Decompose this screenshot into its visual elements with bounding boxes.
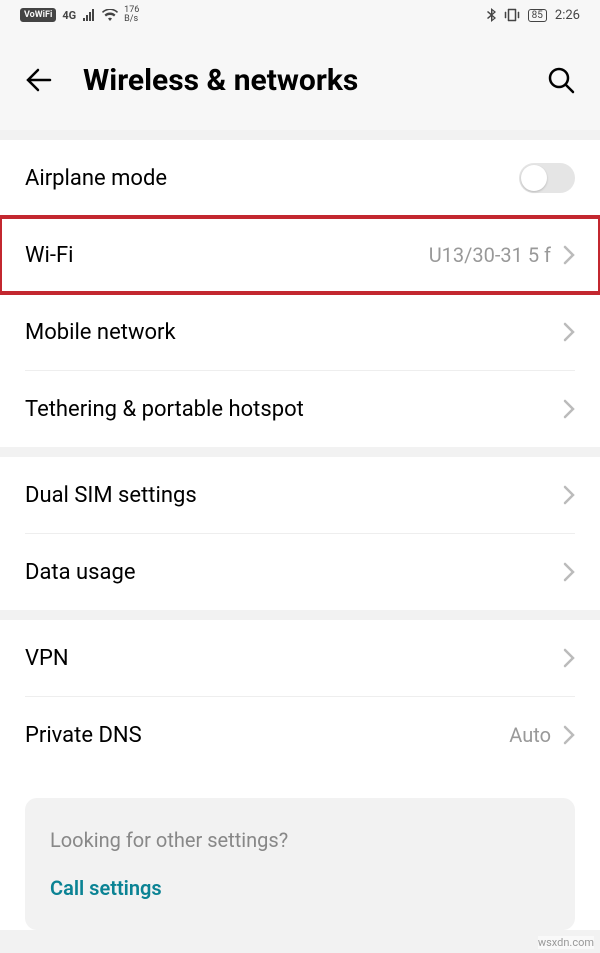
row-label: Data usage bbox=[25, 560, 551, 585]
row-label: VPN bbox=[25, 646, 551, 671]
network-gen: 4G bbox=[62, 9, 76, 22]
row-label: Wi-Fi bbox=[25, 243, 429, 268]
vibrate-icon bbox=[504, 8, 520, 22]
private-dns-value: Auto bbox=[509, 723, 551, 747]
row-airplane-mode[interactable]: Airplane mode bbox=[0, 140, 600, 216]
airplane-toggle[interactable] bbox=[519, 163, 575, 193]
row-mobile-network[interactable]: Mobile network bbox=[0, 294, 600, 370]
status-time: 2:26 bbox=[555, 8, 580, 23]
wifi-icon bbox=[102, 9, 118, 21]
call-settings-link[interactable]: Call settings bbox=[50, 876, 550, 900]
chevron-right-icon bbox=[563, 725, 575, 745]
row-label: Dual SIM settings bbox=[25, 483, 551, 508]
battery-badge: 85 bbox=[528, 9, 547, 22]
row-private-dns[interactable]: Private DNS Auto bbox=[0, 697, 600, 773]
row-wifi[interactable]: Wi-Fi U13/30-31 5 f bbox=[0, 217, 600, 293]
row-label: Mobile network bbox=[25, 320, 551, 345]
status-right: 85 2:26 bbox=[487, 8, 580, 23]
row-label: Private DNS bbox=[25, 723, 509, 748]
signal-icon bbox=[82, 9, 96, 21]
chevron-right-icon bbox=[563, 399, 575, 419]
row-tethering[interactable]: Tethering & portable hotspot bbox=[0, 371, 600, 447]
section-sim: Dual SIM settings Data usage bbox=[0, 457, 600, 610]
header: Wireless & networks bbox=[0, 30, 600, 130]
chevron-right-icon bbox=[563, 648, 575, 668]
vowifi-badge: VoWiFi bbox=[20, 8, 56, 22]
status-left: VoWiFi 4G 176 B/s bbox=[20, 6, 139, 24]
section-main: Airplane mode Wi-Fi U13/30-31 5 f Mobile… bbox=[0, 140, 600, 447]
row-vpn[interactable]: VPN bbox=[0, 620, 600, 696]
chevron-right-icon bbox=[563, 562, 575, 582]
section-advanced: VPN Private DNS Auto Looking for other s… bbox=[0, 620, 600, 930]
footer-card: Looking for other settings? Call setting… bbox=[25, 798, 575, 930]
watermark: wsxdn.com bbox=[538, 936, 594, 949]
row-label: Tethering & portable hotspot bbox=[25, 397, 551, 422]
chevron-right-icon bbox=[563, 322, 575, 342]
status-bar: VoWiFi 4G 176 B/s 85 2:26 bbox=[0, 0, 600, 30]
row-label: Airplane mode bbox=[25, 166, 519, 191]
row-data-usage[interactable]: Data usage bbox=[0, 534, 600, 610]
toggle-knob bbox=[521, 165, 547, 191]
page-title: Wireless & networks bbox=[83, 63, 517, 98]
wifi-value: U13/30-31 5 f bbox=[429, 243, 551, 267]
row-dual-sim[interactable]: Dual SIM settings bbox=[0, 457, 600, 533]
search-icon[interactable] bbox=[547, 66, 575, 94]
footer-prompt: Looking for other settings? bbox=[50, 828, 550, 852]
data-speed: 176 B/s bbox=[124, 6, 139, 24]
chevron-right-icon bbox=[563, 245, 575, 265]
back-icon[interactable] bbox=[25, 66, 53, 94]
bluetooth-icon bbox=[487, 8, 496, 22]
chevron-right-icon bbox=[563, 485, 575, 505]
